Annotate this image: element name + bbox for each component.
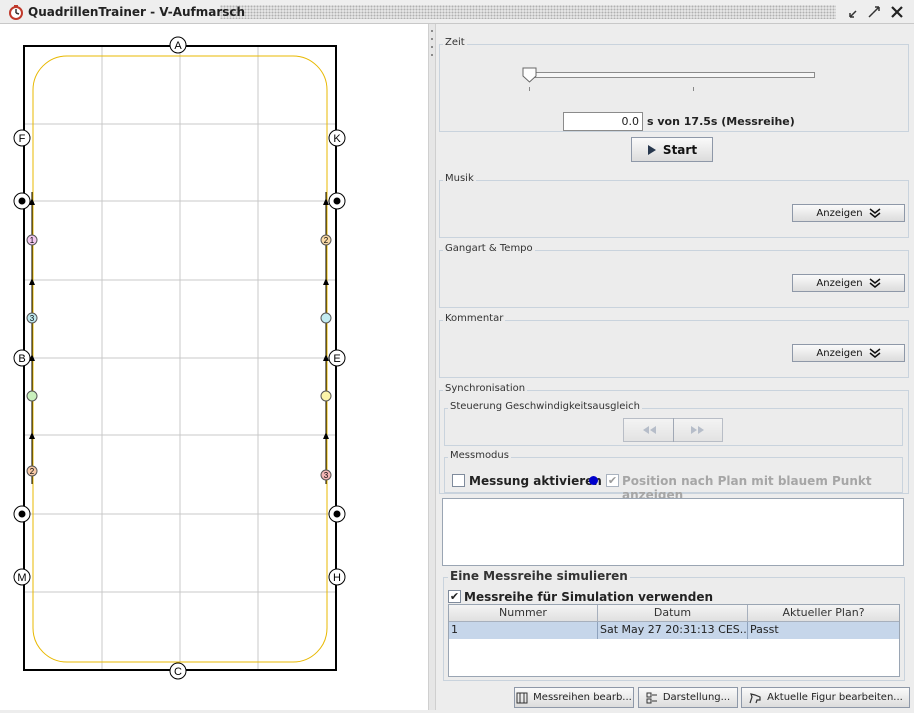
slider-tick [693, 87, 694, 91]
marker-left-lower: M [17, 572, 26, 584]
musik-show-label: Anzeigen [816, 207, 863, 219]
messmodus-label: Messmodus [448, 450, 511, 461]
fast-forward-button[interactable] [673, 418, 723, 442]
kommentar-show-label: Anzeigen [816, 347, 863, 359]
minimize-icon[interactable] [847, 4, 863, 20]
kommentar-show-button[interactable]: Anzeigen [792, 344, 905, 362]
rider-right-2 [320, 312, 332, 324]
marker-left-mid: B [18, 353, 25, 365]
musik-label: Musik [443, 173, 476, 184]
split-pane-divider[interactable] [428, 24, 436, 710]
start-label: Start [662, 142, 698, 157]
gangart-label: Gangart & Tempo [443, 243, 535, 254]
darstellung-button[interactable]: Darstellung... [638, 687, 738, 708]
messreihen-edit-label: Messreihen bearb... [533, 692, 632, 703]
double-chevron-down-icon [869, 208, 881, 218]
marker-right-lower: H [333, 572, 341, 584]
rider-left-1-label: 1 [30, 236, 35, 245]
messung-checkbox[interactable] [452, 474, 465, 487]
maximize-icon[interactable] [866, 4, 882, 20]
arena-drawing: A C F K B E M H 1 3 2 2 3 [13, 36, 346, 680]
table-cell-datum[interactable]: Sat May 27 20:31:13 CES... [598, 622, 748, 639]
kommentar-label: Kommentar [443, 313, 506, 324]
fast-forward-icon [691, 426, 704, 434]
column-header-nummer[interactable]: Nummer [449, 605, 598, 622]
darstellung-label: Darstellung... [662, 692, 731, 703]
rider-right-3 [320, 390, 332, 402]
figur-edit-label: Aktuelle Figur bearbeiten... [767, 692, 903, 703]
info-text-area[interactable] [442, 498, 904, 566]
table-icon [516, 692, 528, 703]
steuerung-label: Steuerung Geschwindigkeitsausgleich [448, 401, 643, 412]
rewind-button[interactable] [623, 418, 674, 442]
window-title: QuadrillenTrainer - V-Aufmarsch [28, 5, 246, 19]
zeit-label: Zeit [443, 37, 467, 48]
rider-left-4-label: 2 [30, 467, 35, 476]
position-checkbox[interactable]: ✔ [606, 474, 619, 487]
marker-right-mid: E [333, 353, 340, 365]
gangart-show-label: Anzeigen [816, 277, 863, 289]
gangart-show-button[interactable]: Anzeigen [792, 274, 905, 292]
time-slider-thumb[interactable] [522, 67, 538, 83]
marker-right-upper: K [333, 133, 341, 145]
column-header-datum[interactable]: Datum [598, 605, 748, 622]
marker-left-upper: F [19, 133, 26, 145]
messung-label: Messung aktivieren [469, 474, 602, 488]
messreihen-edit-button[interactable]: Messreihen bearb... [514, 687, 634, 708]
synchronisation-label: Synchronisation [443, 383, 528, 394]
rider-right-1-label: 2 [324, 236, 329, 245]
rider-left-3 [26, 390, 38, 402]
messreihen-table[interactable]: Nummer Datum Aktueller Plan? 1 Sat May 2… [448, 604, 900, 677]
app-icon [9, 5, 23, 20]
simulation-checkbox-label: Messreihe für Simulation verwenden [464, 590, 713, 604]
close-icon[interactable] [889, 4, 905, 20]
table-cell-nummer[interactable]: 1 [449, 622, 598, 639]
musik-show-button[interactable]: Anzeigen [792, 204, 905, 222]
play-icon [647, 144, 656, 155]
time-value-field[interactable]: 0.0 [563, 112, 643, 131]
start-button[interactable]: Start [631, 137, 713, 162]
double-chevron-down-icon [869, 278, 881, 288]
horse-icon [749, 692, 761, 703]
arena-canvas[interactable]: A C F K B E M H 1 3 2 2 3 [0, 24, 428, 710]
table-cell-plan[interactable]: Passt [748, 622, 899, 639]
simulation-checkbox[interactable]: ✔ [448, 590, 461, 603]
title-bar-texture [220, 5, 836, 19]
blue-dot-indicator [589, 476, 598, 485]
time-suffix: s von 17.5s (Messreihe) [647, 115, 795, 128]
rewind-icon [642, 426, 656, 434]
simulation-label: Eine Messreihe simulieren [448, 569, 630, 583]
slider-tick [529, 87, 530, 91]
title-bar: QuadrillenTrainer - V-Aufmarsch [0, 0, 914, 24]
figur-edit-button[interactable]: Aktuelle Figur bearbeiten... [741, 687, 910, 708]
marker-bottom: C [174, 666, 182, 678]
rider-right-4-label: 3 [324, 471, 329, 480]
marker-top: A [174, 40, 182, 52]
settings-list-icon [646, 692, 657, 703]
double-chevron-down-icon [869, 348, 881, 358]
column-header-plan[interactable]: Aktueller Plan? [748, 605, 899, 622]
time-slider-track[interactable] [529, 72, 815, 78]
rider-left-2-label: 3 [30, 314, 35, 323]
